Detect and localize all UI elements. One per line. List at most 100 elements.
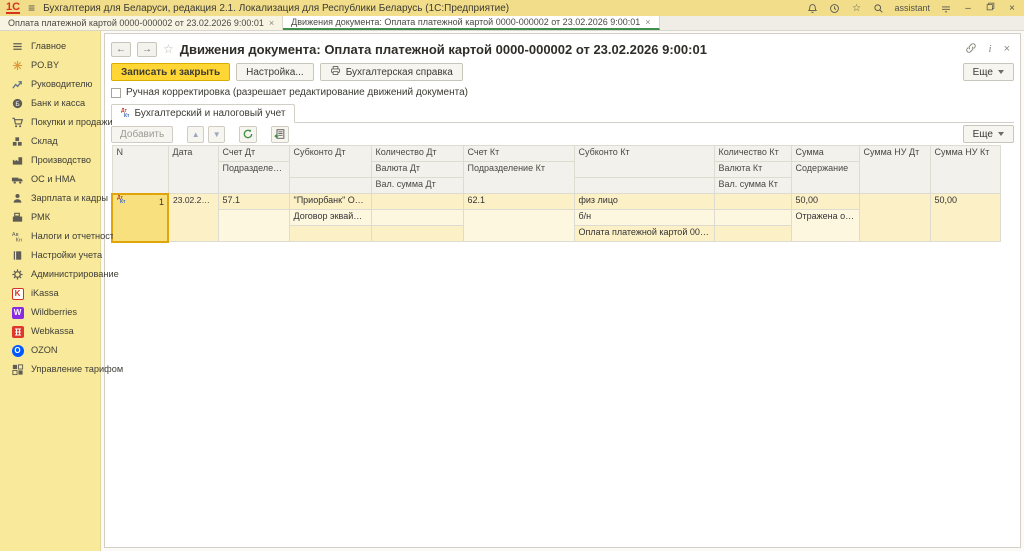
get-link-icon[interactable] <box>965 42 977 57</box>
chevron-down-icon <box>998 132 1004 136</box>
output-list-button[interactable] <box>271 126 289 143</box>
subconto-kt3-cell[interactable]: Оплата платежной картой 0000-000002 ... <box>574 226 714 242</box>
col-currency-dt: Валюта Дт <box>371 162 463 178</box>
refresh-button[interactable] <box>239 126 257 143</box>
subconto-dt3-cell[interactable] <box>289 226 371 242</box>
close-window-button[interactable]: × <box>1006 3 1018 14</box>
sidebar-item-manager[interactable]: Руководителю <box>0 75 100 94</box>
postings-table[interactable]: N Дата Счет Дт Субконто Дт Количество Дт… <box>111 145 1001 243</box>
subconto-dt1-cell[interactable]: "Приорбанк" ОАО <box>289 194 371 210</box>
sidebar-item-fixed-assets[interactable]: ОС и НМА <box>0 170 100 189</box>
sidebar-item-webkassa[interactable]: Webkassa <box>0 322 100 341</box>
col-subconto-kt3 <box>574 178 714 194</box>
department-kt-cell[interactable] <box>463 210 574 242</box>
subconto-kt2-cell[interactable]: б/н <box>574 210 714 226</box>
settings-button[interactable]: Настройка... <box>236 63 314 81</box>
sidebar-item-wildberries[interactable]: W Wildberries <box>0 303 100 322</box>
sidebar-item-warehouse[interactable]: Склад <box>0 132 100 151</box>
sidebar-item-taxes-reports[interactable]: АвКн Налоги и отчетность <box>0 227 100 246</box>
sidebar-item-ozon[interactable]: O OZON <box>0 341 100 360</box>
manual-adjustment-checkbox[interactable] <box>111 88 121 98</box>
notifications-bell-icon[interactable] <box>806 2 818 14</box>
qty-kt-cell[interactable] <box>714 194 791 210</box>
cur-amount-dt-cell[interactable] <box>371 226 463 242</box>
burst-icon <box>11 59 24 72</box>
account-dt-cell[interactable]: 57.1 <box>218 194 289 210</box>
accounting-reference-button[interactable]: Бухгалтерская справка <box>320 63 463 81</box>
department-dt-cell[interactable] <box>218 210 289 242</box>
history-icon[interactable] <box>828 2 840 14</box>
col-amount-nu-dt: Сумма НУ Дт <box>859 146 930 194</box>
tax-report-icon: АвКн <box>11 230 24 243</box>
person-icon <box>11 192 24 205</box>
sidebar-item-production[interactable]: Производство <box>0 151 100 170</box>
content-cell[interactable]: Отражена оплата платежной картой <box>791 210 859 242</box>
amount-nu-kt-cell[interactable]: 50,00 <box>930 194 1000 242</box>
form-more-button[interactable]: Еще <box>963 63 1014 81</box>
main-menu-icon[interactable]: ≡ <box>28 3 35 13</box>
tab-document[interactable]: Оплата платежной картой 0000-000002 от 2… <box>0 16 283 30</box>
sidebar-item-administration[interactable]: Администрирование <box>0 265 100 284</box>
sidebar-item-label: Главное <box>31 41 66 51</box>
webkassa-logo-icon <box>11 325 24 338</box>
sidebar-item-tariff[interactable]: Управление тарифом <box>0 360 100 379</box>
favorite-star-icon[interactable]: ☆ <box>163 42 174 56</box>
close-form-icon[interactable]: × <box>1004 43 1010 55</box>
cart-icon <box>11 116 24 129</box>
qty-dt-cell[interactable] <box>371 194 463 210</box>
posting-row[interactable]: ДтКт 1 23.02.2026 9:00:01 57.1 "Приорбан… <box>112 194 1000 210</box>
sidebar-item-salary-hr[interactable]: Зарплата и кадры <box>0 189 100 208</box>
boxes-icon <box>11 135 24 148</box>
currency-dt-cell[interactable] <box>371 210 463 226</box>
sidebar-item-label: ОС и НМА <box>31 174 76 184</box>
row-number-cell[interactable]: ДтКт 1 <box>112 194 168 242</box>
sidebar-item-label: Администрирование <box>31 269 119 279</box>
wildberries-logo-icon: W <box>11 306 24 319</box>
move-up-button[interactable]: ▲ <box>187 126 204 143</box>
sidebar-item-label: PO.BY <box>31 60 59 70</box>
forward-button[interactable]: → <box>137 42 157 57</box>
amount-cell[interactable]: 50,00 <box>791 194 859 210</box>
service-menu-icon[interactable] <box>940 2 952 14</box>
sidebar-item-ikassa[interactable]: K iKassa <box>0 284 100 303</box>
back-button[interactable]: ← <box>111 42 131 57</box>
col-department-dt: Подразделение Дт <box>218 162 289 194</box>
favorites-star-icon[interactable]: ☆ <box>850 2 862 14</box>
sidebar-item-poby[interactable]: PO.BY <box>0 56 100 75</box>
table-more-button[interactable]: Еще <box>963 125 1014 143</box>
subconto-kt1-cell[interactable]: физ лицо <box>574 194 714 210</box>
sidebar-item-accounting-settings[interactable]: Настройки учета <box>0 246 100 265</box>
search-icon[interactable] <box>872 2 884 14</box>
minimize-button[interactable]: – <box>962 3 974 14</box>
sidebar-item-rmk[interactable]: РМК <box>0 208 100 227</box>
tab-close-icon[interactable]: × <box>269 18 274 28</box>
add-row-button[interactable]: Добавить <box>111 126 173 143</box>
sidebar-item-purchases-sales[interactable]: Покупки и продажи <box>0 113 100 132</box>
amount-nu-dt-cell[interactable] <box>859 194 930 242</box>
dtkt-icon: ДтКт <box>117 196 163 205</box>
window-title: Бухгалтерия для Беларуси, редакция 2.1. … <box>43 3 798 14</box>
account-kt-cell[interactable]: 62.1 <box>463 194 574 210</box>
table-toolbar: Добавить ▲ ▼ Еще <box>111 123 1014 145</box>
current-user-label[interactable]: assistant <box>894 3 930 13</box>
info-icon[interactable]: i <box>989 43 992 55</box>
tab-document-movements[interactable]: Движения документа: Оплата платежной кар… <box>283 16 659 30</box>
move-down-button[interactable]: ▼ <box>208 126 225 143</box>
col-subconto-dt: Субконто Дт <box>289 146 371 178</box>
document-movements-form: ← → ☆ Движения документа: Оплата платежн… <box>104 33 1021 548</box>
restore-button[interactable] <box>984 2 996 14</box>
save-and-close-button[interactable]: Записать и закрыть <box>111 63 230 81</box>
cur-amount-kt-cell[interactable] <box>714 226 791 242</box>
currency-kt-cell[interactable] <box>714 210 791 226</box>
ikassa-logo-icon: K <box>11 287 24 300</box>
checkbox-label: Ручная корректировка (разрешает редактир… <box>126 87 468 98</box>
sidebar-item-main[interactable]: Главное <box>0 37 100 56</box>
sidebar-item-bank-cash[interactable]: Б Банк и касса <box>0 94 100 113</box>
sidebar-item-label: Управление тарифом <box>31 364 123 374</box>
subconto-dt2-cell[interactable]: Договор эквайринга <box>289 210 371 226</box>
app-logo: 1С <box>6 2 20 14</box>
date-cell[interactable]: 23.02.2026 9:00:01 <box>168 194 218 242</box>
sidebar-item-label: Руководителю <box>31 79 92 89</box>
tab-close-icon[interactable]: × <box>645 17 650 27</box>
tab-accounting-tax[interactable]: ДтКт Бухгалтерский и налоговый учет <box>111 104 295 123</box>
